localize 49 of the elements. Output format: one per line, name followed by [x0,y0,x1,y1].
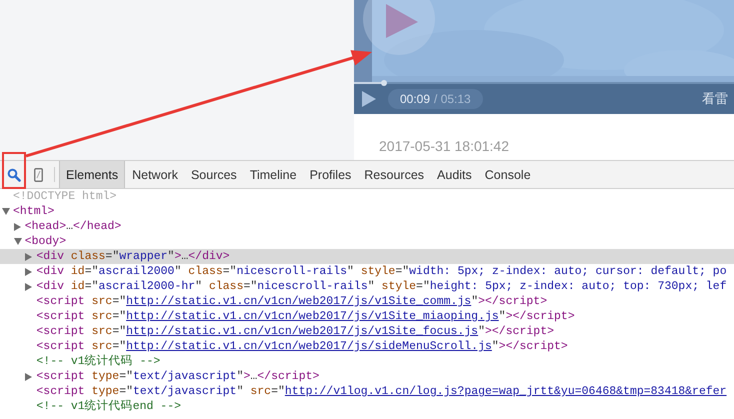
html-element-line: <body> [24,234,66,249]
panel-tab[interactable]: Timeline [244,161,303,188]
collapsed-arrow-icon[interactable] [14,222,21,230]
total-time: / 05:13 [434,92,471,106]
elapsed-time: 00:09 [400,92,430,106]
tree-row[interactable]: <!-- v1统计代码 --> [0,354,734,369]
tree-row[interactable]: <html> [0,204,734,219]
collapsed-arrow-icon[interactable] [25,268,32,276]
collapsed-arrow-icon[interactable] [25,252,32,260]
panel-tab[interactable]: Network [126,161,184,188]
tree-row[interactable]: <script type="text/javascript">…</script> [0,369,734,384]
link[interactable]: http://static.v1.cn/v1cn/web2017/js/v1Site_comm.js [126,295,472,308]
panel-tab[interactable]: Resources [358,161,430,188]
link[interactable]: http://static.v1.cn/v1cn/web2017/js/v1Site_miaoping.js [126,310,499,323]
html-element-line: <div class="wrapper">…</div> [36,249,230,264]
html-element-line: <script type="text/javascript">…</script> [36,369,320,384]
tree-row[interactable]: <script src="http://static.v1.cn/v1cn/web2017/js/v1Site_miaoping.js"></script> [0,309,734,324]
play-icon[interactable] [362,91,376,107]
html-element-line: <script src="http://static.v1.cn/v1cn/web2017/js/v1Site_comm.js"></script> [36,294,548,309]
html-element-line: <head>…</head> [24,219,122,234]
phone-icon [34,168,42,182]
search-icon [7,168,21,182]
expanded-arrow-icon[interactable] [2,208,10,215]
panel-tab[interactable]: Sources [184,161,243,188]
collapsed-arrow-icon[interactable] [25,372,32,380]
tree-row[interactable]: <script src="http://static.v1.cn/v1cn/web2017/js/v1Site_comm.js"></script> [0,294,734,309]
html-comment: <!-- v1统计代码 --> [36,354,160,369]
link[interactable]: http://static.v1.cn/v1cn/web2017/js/sideMenuScroll.js [126,340,492,353]
html-comment: <!-- v1统计代码end --> [36,399,182,414]
highlight-frame [2,152,26,189]
tree-row[interactable]: <script src="http://static.v1.cn/v1cn/web2017/js/v1Site_focus.js"></script> [0,324,734,339]
panel-tab[interactable]: Elements [59,161,126,188]
post-date: 2017-05-31 18:01:42 [379,138,509,154]
html-element-line: <html> [13,204,54,219]
link[interactable]: http://static.v1.cn/v1cn/web2017/js/v1Site_focus.js [126,325,478,338]
tree-row[interactable]: <head>…</head> [0,219,734,234]
panel-tab[interactable]: Audits [431,161,478,188]
panel-tab[interactable]: Profiles [304,161,358,188]
collapsed-arrow-icon[interactable] [25,282,32,290]
html-element-line: <script src="http://static.v1.cn/v1cn/web2017/js/v1Site_miaoping.js"></script> [36,309,575,324]
link[interactable]: http://v1log.v1.cn/log.js?page=wap_jrtt&yu=06468&tmp=83418&refer [284,385,727,398]
tree-row[interactable]: <!-- v1统计代码end --> [0,399,734,414]
html-element-line: <script src="http://static.v1.cn/v1cn/web2017/js/sideMenuScroll.js"></script> [36,339,568,354]
doctype-line: <!DOCTYPE html> [13,189,117,204]
tree-row[interactable]: <script src="http://static.v1.cn/v1cn/web2017/js/sideMenuScroll.js"></script> [0,339,734,354]
video-caption: 看雷 [702,90,728,108]
panel-tab[interactable]: Console [478,161,537,188]
html-element-line: <script src="http://static.v1.cn/v1cn/web2017/js/v1Site_focus.js"></script> [36,324,554,339]
tree-row[interactable]: <div class="wrapper">…</div> [0,249,734,264]
